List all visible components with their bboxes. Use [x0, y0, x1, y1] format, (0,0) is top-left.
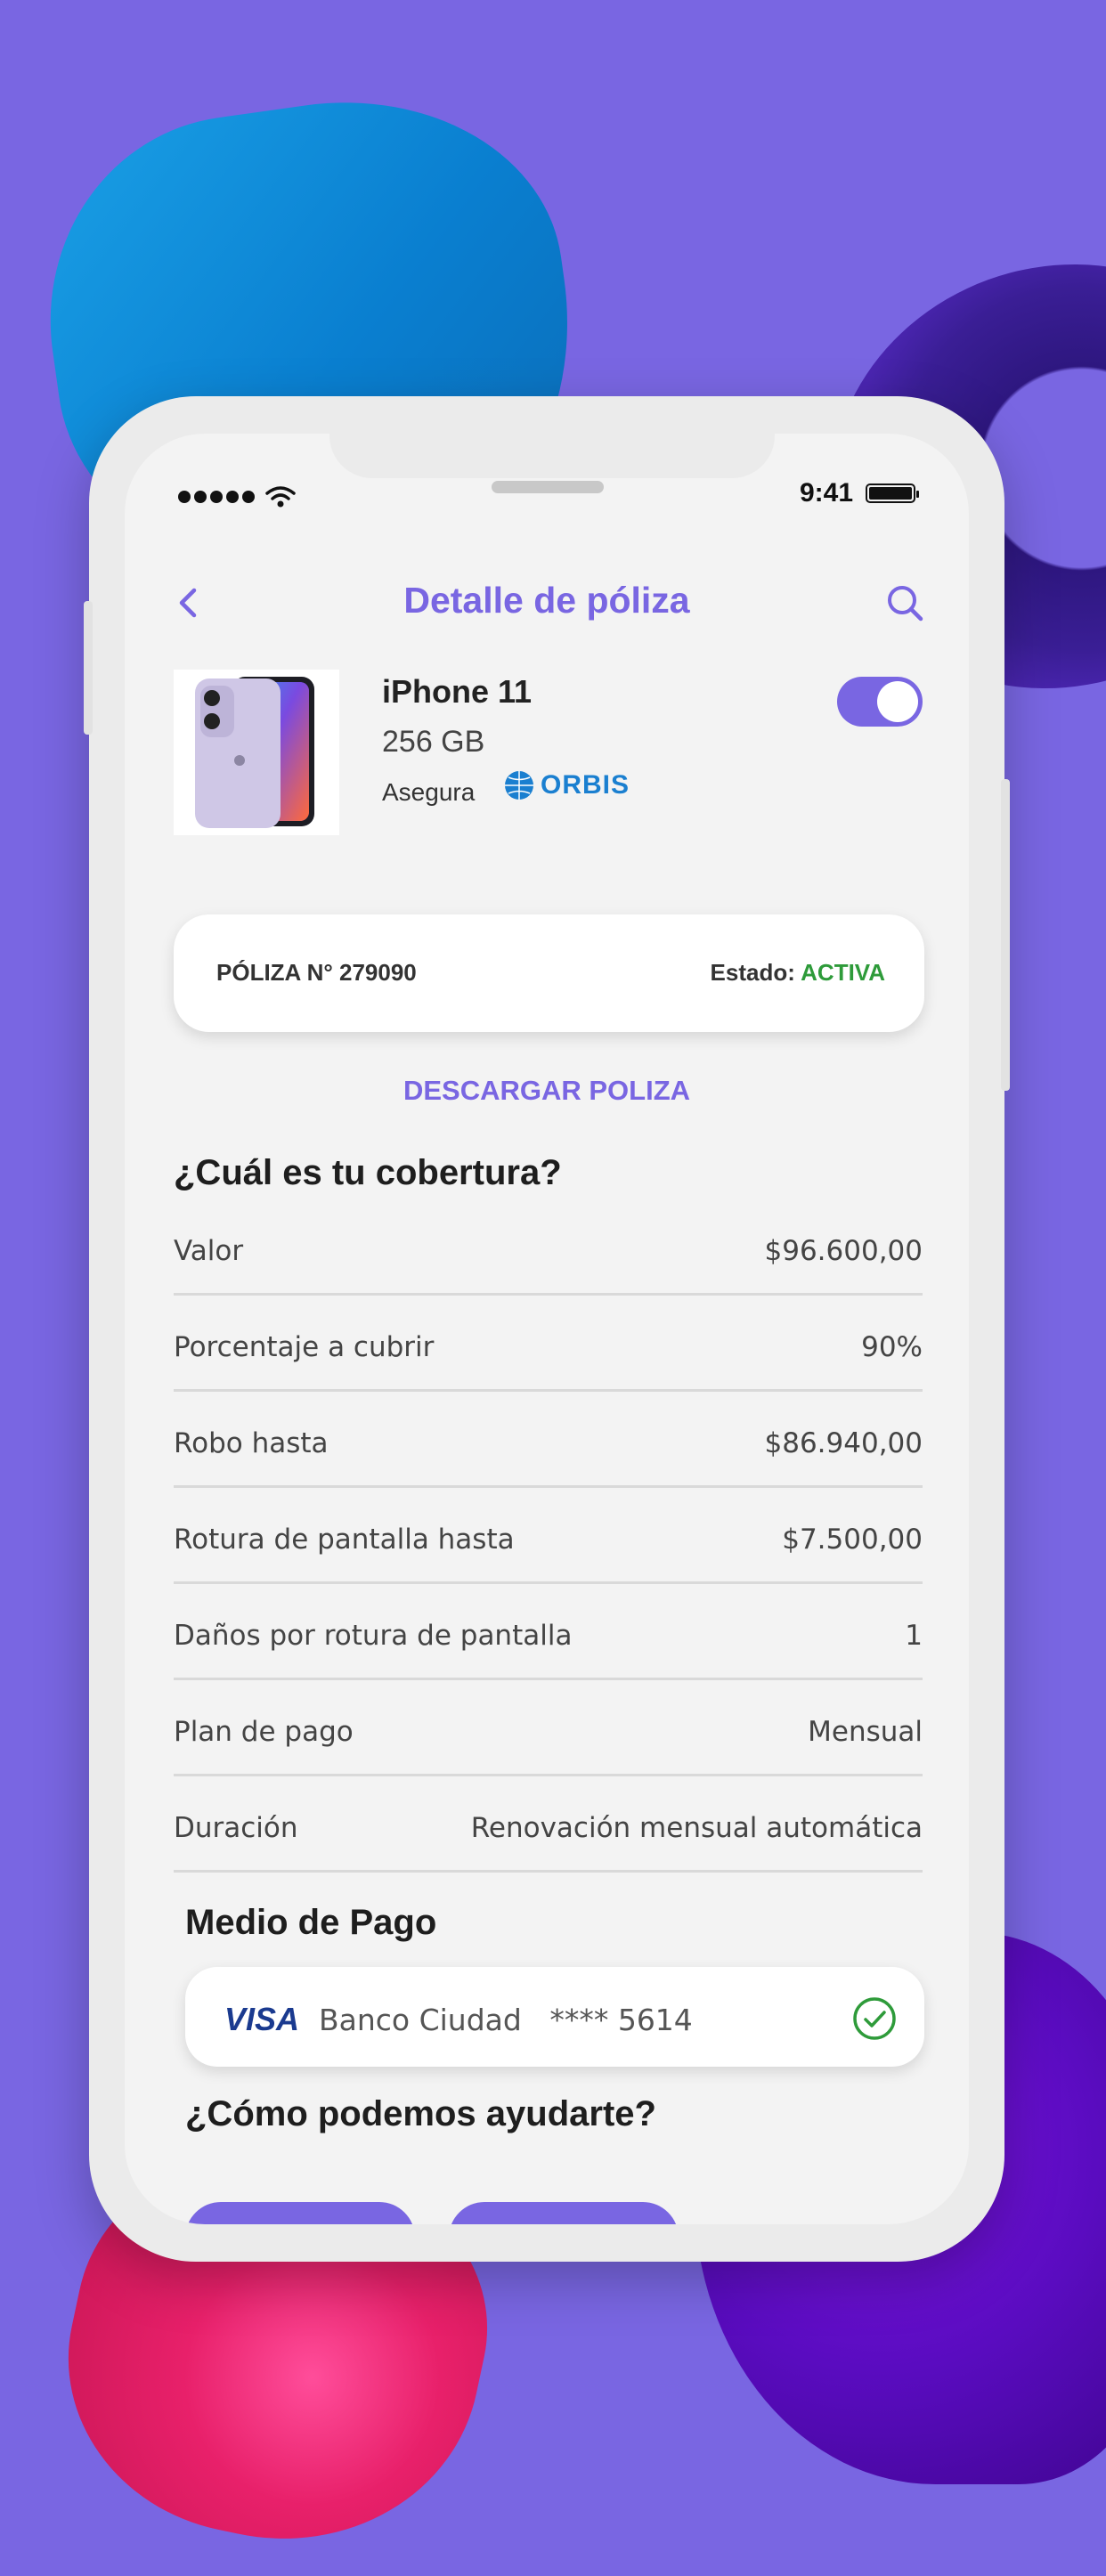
help-option-document[interactable]	[185, 2202, 415, 2224]
payment-title: Medio de Pago	[185, 1903, 437, 1942]
coverage-label: Porcentaje a cubrir	[174, 1330, 435, 1363]
status-right: 9:41	[799, 478, 919, 508]
coverage-row: Duración Renovación mensual automática	[174, 1776, 923, 1873]
coverage-title: ¿Cuál es tu cobertura?	[174, 1153, 562, 1192]
coverage-value: 90%	[861, 1330, 923, 1363]
phone-screen: 9:41 Detalle de póliza iPhone 11 256 GB …	[125, 434, 969, 2224]
coverage-row: Rotura de pantalla hasta $7.500,00	[174, 1488, 923, 1584]
globe-icon	[505, 771, 533, 800]
battery-icon	[866, 484, 919, 503]
card-number: **** 5614	[549, 2003, 693, 2037]
check-circle-icon	[853, 1997, 896, 2040]
policy-number: PÓLIZA N° 279090	[216, 959, 417, 986]
policy-card: PÓLIZA N° 279090 Estado: ACTIVA	[174, 914, 924, 1032]
coverage-value: $96.600,00	[764, 1234, 923, 1267]
policy-toggle[interactable]	[837, 677, 923, 727]
status-signal	[178, 485, 296, 508]
coverage-row: Porcentaje a cubrir 90%	[174, 1296, 923, 1392]
payment-bank: Banco Ciudad **** 5614	[319, 2003, 693, 2037]
phone-side-button-right	[1001, 779, 1010, 1091]
policy-state-label: Estado:	[710, 959, 795, 986]
coverage-value: 1	[905, 1619, 923, 1652]
notch	[329, 434, 775, 478]
status-time: 9:41	[799, 478, 853, 508]
coverage-row: Valor $96.600,00	[174, 1199, 923, 1296]
policy-state-value: ACTIVA	[801, 959, 885, 986]
payment-method-card[interactable]: VISA Banco Ciudad **** 5614	[185, 1967, 924, 2067]
speaker	[492, 481, 604, 493]
coverage-row: Daños por rotura de pantalla 1	[174, 1584, 923, 1680]
phone-frame: 9:41 Detalle de póliza iPhone 11 256 GB …	[84, 396, 1010, 2262]
download-policy-link[interactable]: DESCARGAR POLIZA	[125, 1075, 969, 1107]
product-name: iPhone 11	[382, 673, 533, 710]
coverage-value: $7.500,00	[782, 1523, 923, 1556]
coverage-value: $86.940,00	[764, 1426, 923, 1459]
phone-side-button-left	[84, 601, 93, 735]
iphone-icon	[195, 677, 314, 828]
product-storage: 256 GB	[382, 725, 485, 759]
visa-logo: VISA	[224, 2001, 300, 2037]
help-title: ¿Cómo podemos ayudarte?	[185, 2094, 656, 2133]
coverage-label: Rotura de pantalla hasta	[174, 1523, 515, 1556]
coverage-label: Duración	[174, 1811, 298, 1844]
coverage-label: Daños por rotura de pantalla	[174, 1619, 573, 1652]
insurer-logo: ORBIS	[501, 769, 630, 801]
help-option-support[interactable]	[449, 2202, 679, 2224]
toggle-knob	[877, 681, 918, 722]
insurer-logo-text: ORBIS	[541, 770, 630, 800]
product-summary: iPhone 11 256 GB Asegura ORBIS	[174, 670, 924, 839]
coverage-label: Robo hasta	[174, 1426, 329, 1459]
header: Detalle de póliza	[125, 567, 969, 638]
bank-name: Banco Ciudad	[319, 2003, 522, 2037]
coverage-list: Valor $96.600,00 Porcentaje a cubrir 90%…	[174, 1199, 923, 1873]
policy-state: Estado: ACTIVA	[711, 959, 885, 987]
coverage-label: Plan de pago	[174, 1715, 354, 1748]
coverage-row: Robo hasta $86.940,00	[174, 1392, 923, 1488]
coverage-row: Plan de pago Mensual	[174, 1680, 923, 1776]
coverage-value: Mensual	[808, 1715, 923, 1748]
product-image	[174, 670, 339, 835]
wifi-icon	[265, 486, 296, 508]
insurer-label: Asegura	[382, 778, 476, 806]
page-title: Detalle de póliza	[403, 580, 690, 621]
coverage-label: Valor	[174, 1234, 244, 1267]
coverage-value: Renovación mensual automática	[470, 1811, 923, 1844]
signal-dots-icon	[178, 491, 255, 503]
search-icon[interactable]	[883, 581, 926, 624]
